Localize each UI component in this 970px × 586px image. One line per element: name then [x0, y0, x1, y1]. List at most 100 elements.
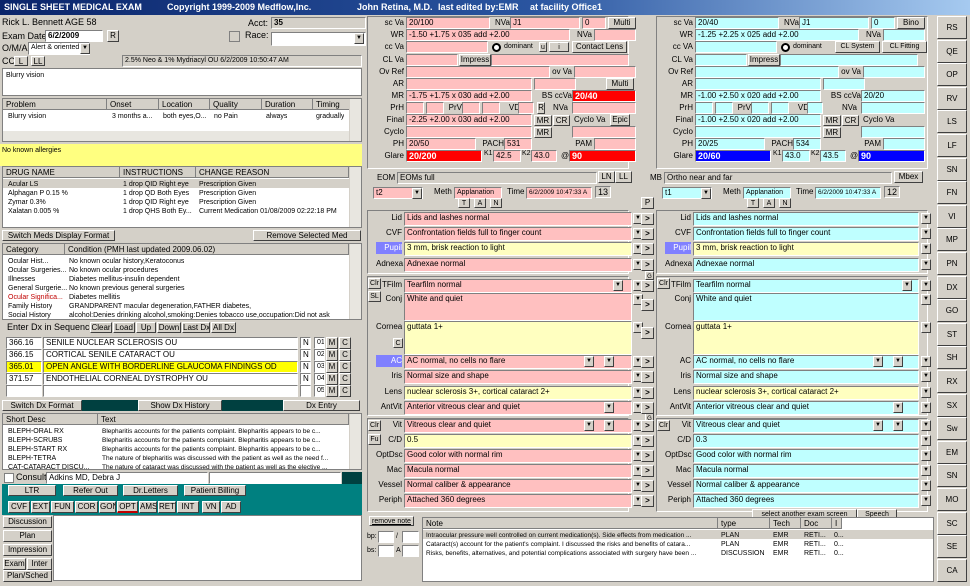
tab-ret[interactable]: RET	[158, 501, 176, 513]
od-wr-nva-field[interactable]	[594, 29, 636, 41]
od-iop-a-button[interactable]: A	[474, 198, 486, 208]
od-sc-va-field[interactable]: 20/100	[406, 17, 490, 29]
show-dx-history-button[interactable]: Show Dx History	[138, 400, 222, 411]
side-sx-button[interactable]: SX	[937, 393, 967, 417]
os-lid-dropdown-icon[interactable]: ▼	[921, 213, 931, 224]
od-mr-field[interactable]: -1.75 +1.75 x 030 add +2.00	[406, 90, 532, 102]
cl-fitting-button[interactable]: CL Fitting	[882, 41, 927, 53]
od-mac-field[interactable]: Macula normal	[404, 464, 632, 478]
col-instructions[interactable]: INSTRUCTIONS	[120, 167, 196, 178]
eom-ln-button[interactable]: LN	[598, 171, 615, 183]
od-multi-button[interactable]: Multi	[608, 17, 636, 29]
os-periph-dropdown-icon[interactable]: ▼	[921, 495, 931, 506]
side-qe-button[interactable]: QE	[937, 39, 967, 63]
side-mo-button[interactable]: MO	[937, 488, 967, 511]
od-dominant-radio[interactable]	[492, 43, 501, 52]
od-cornea-field[interactable]: guttata 1+	[404, 321, 632, 355]
os-vit-sub2-dropdown-icon[interactable]: ▼	[893, 420, 903, 431]
oma-dropdown-icon[interactable]: ▼	[80, 43, 90, 54]
od-cvf-field[interactable]: Confrontation fields full to finger coun…	[404, 227, 632, 241]
tab-vn[interactable]: VN	[202, 501, 220, 513]
cornea-c-button[interactable]: C	[393, 338, 403, 348]
dx-description-field[interactable]	[43, 385, 298, 397]
od-ph-field[interactable]: 20/50	[406, 138, 476, 150]
dx-all-dx-button[interactable]: All Dx	[211, 322, 236, 333]
side-sc-button[interactable]: SC	[937, 511, 967, 535]
os-iris-dropdown-icon[interactable]: ▼	[921, 371, 931, 382]
remove-selected-med-button[interactable]: Remove Selected Med	[253, 230, 361, 241]
dx-entry-button[interactable]: Dx Entry	[283, 400, 360, 411]
os-nva2-field[interactable]: 0	[871, 17, 895, 29]
os-iris-field[interactable]: Normal size and shape	[693, 370, 919, 384]
os-wr-nva-field[interactable]	[883, 29, 925, 41]
os-cl-va-field[interactable]	[695, 54, 747, 66]
col-category[interactable]: Category	[3, 244, 65, 255]
os-bs-ccva-field[interactable]: 20/20	[861, 90, 925, 102]
copy-to-os-lens-button[interactable]: >	[641, 387, 654, 399]
od-mr-nva-field[interactable]	[572, 102, 636, 114]
od-ov-ref-field[interactable]	[406, 66, 550, 78]
od-ac-field[interactable]: AC normal, no cells no flare	[404, 355, 632, 369]
side-go-button[interactable]: GO	[937, 299, 967, 323]
race-dropdown-icon[interactable]: ▼	[354, 33, 364, 44]
os-cd-dropdown-icon[interactable]: ▼	[921, 435, 931, 446]
os-optdsc-field[interactable]: Good color with normal rim	[693, 449, 919, 463]
od-pam-field[interactable]	[594, 138, 636, 150]
od-time-field[interactable]: 6/2/2009 10:47:33 A	[526, 187, 592, 199]
os-cyclo-va-field[interactable]	[861, 126, 925, 138]
os-lens-dropdown-icon[interactable]: ▼	[921, 387, 931, 398]
consult-doctor-field[interactable]: Adkins MD, Debra J	[46, 472, 208, 484]
os-vit-field[interactable]: Vitreous clear and quiet	[693, 419, 919, 433]
dx-load-button[interactable]: Load	[113, 322, 135, 333]
os-nva-field[interactable]: J1	[799, 17, 869, 29]
od-lid-field[interactable]: Lids and lashes normal	[404, 212, 632, 226]
side-vi-button[interactable]: VI	[937, 204, 967, 228]
col-onset[interactable]: Onset	[107, 99, 159, 110]
dx-description-field[interactable]: CORTICAL SENILE CATARACT OU	[43, 349, 298, 361]
switch-dx-format-button[interactable]: Switch Dx Format	[2, 400, 82, 411]
copy-to-os-cvf-button[interactable]: >	[641, 228, 654, 240]
os-mac-dropdown-icon[interactable]: ▼	[921, 465, 931, 476]
od-tfilm-field[interactable]: Tearfilm normal	[404, 279, 632, 293]
os-antvit-dropdown-icon[interactable]: ▼	[921, 402, 931, 413]
pmh-vscroll[interactable]	[349, 244, 361, 319]
copy-to-os-adnexa-button[interactable]: >	[641, 259, 654, 271]
os-ar-field[interactable]	[695, 78, 821, 90]
od-cyclo-field[interactable]	[406, 126, 532, 138]
col-type[interactable]: type	[718, 518, 770, 529]
os-mr-field[interactable]: -1.00 +2.50 x 020 add +2.00	[695, 90, 821, 102]
os-cornea-dropdown-icon[interactable]: ▼	[921, 322, 931, 333]
col-short-desc[interactable]: Short Desc	[3, 414, 98, 425]
copy-to-os-vit-button[interactable]: >	[641, 420, 654, 432]
os-ac-field[interactable]: AC normal, no cells no flare	[693, 355, 919, 369]
dx-m-button[interactable]: M	[326, 385, 338, 397]
os-axis-field[interactable]: 90	[858, 150, 925, 162]
od-antvit-sub-dropdown-icon[interactable]: ▼	[604, 402, 614, 413]
contact-lens-button[interactable]: Contact Lens	[572, 41, 627, 53]
side-em-button[interactable]: EM	[937, 440, 967, 464]
discussion-text-list[interactable]: Short Desc Text BLEPH-ORAL RX Blepharitis…	[2, 413, 362, 470]
col-condition[interactable]: Condition (PMH last updated 2009.06.02)	[65, 244, 349, 255]
copy-to-os-lid-button[interactable]: >	[641, 213, 654, 225]
side-fn-button[interactable]: FN	[937, 181, 967, 205]
od-cyclo-mr-button[interactable]: MR	[534, 127, 552, 138]
os-optdsc-dropdown-icon[interactable]: ▼	[921, 450, 931, 461]
os-vessel-field[interactable]: Normal caliber & appearance	[693, 479, 919, 493]
side-sw-button[interactable]: Sw	[937, 417, 967, 441]
od-adnexa-field[interactable]: Adnexae normal	[404, 258, 632, 272]
os-sc-va-field[interactable]: 20/40	[695, 17, 779, 29]
col-drug-name[interactable]: DRUG NAME	[3, 167, 120, 178]
od-tfilm-sub-dropdown-icon[interactable]: ▼	[613, 280, 623, 291]
left-plan-button[interactable]: Plan	[3, 530, 52, 542]
od-ar-field[interactable]	[406, 78, 532, 90]
copy-to-os-cornea-button[interactable]: >	[641, 327, 654, 339]
dx-n-field[interactable]: N	[300, 361, 311, 373]
os-bino-button[interactable]: Bino	[897, 17, 925, 29]
os-final-mr-button[interactable]: MR	[823, 115, 841, 126]
dx-n-field[interactable]: N	[300, 373, 311, 385]
od-conj-field[interactable]: White and quiet	[404, 293, 632, 321]
os-prv-field[interactable]	[751, 102, 769, 114]
nav-ltr-button[interactable]: LTR	[8, 485, 56, 496]
side-st-button[interactable]: ST	[937, 322, 967, 346]
od-periph-field[interactable]: Attached 360 degrees	[404, 494, 632, 508]
